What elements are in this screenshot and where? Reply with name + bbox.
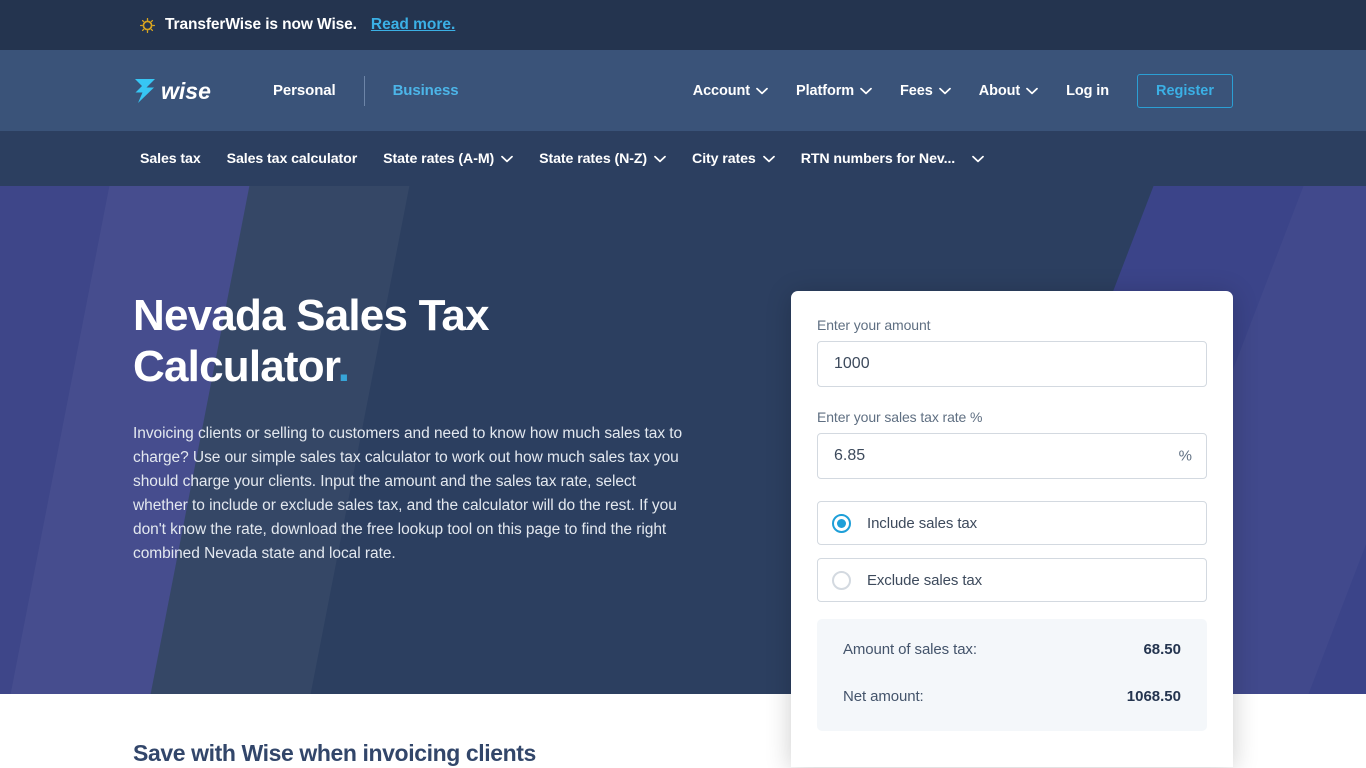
announcement-banner: TransferWise is now Wise. Read more.	[0, 0, 1366, 50]
amount-input-wrap	[817, 341, 1207, 387]
chevron-down-icon	[860, 87, 872, 94]
header-divider	[363, 75, 365, 106]
hero-description: Invoicing clients or selling to customer…	[133, 425, 683, 562]
header-left-group: wise Personal Business	[133, 75, 469, 106]
amount-field-label: Enter your amount	[817, 317, 931, 333]
chevron-down-icon	[501, 155, 514, 162]
nav-item-platform[interactable]: Platform	[782, 75, 886, 107]
subnav-item-sales-tax[interactable]: Sales tax	[127, 143, 214, 175]
exclude-sales-tax-option[interactable]: Exclude sales tax	[817, 558, 1207, 602]
subnav-item-state-rates-nz[interactable]: State rates (N-Z)	[526, 143, 679, 175]
main-header: wise Personal Business Account Platform …	[0, 50, 1366, 131]
result-value-net-amount: 1068.50	[1126, 688, 1181, 705]
page-root: TransferWise is now Wise. Read more. wis…	[0, 0, 1366, 768]
include-sales-tax-label: Include sales tax	[867, 514, 978, 532]
include-sales-tax-option[interactable]: Include sales tax	[817, 501, 1207, 545]
radio-selected-icon[interactable]	[832, 513, 851, 533]
header-nav: Account Platform Fees About Log in Regis…	[679, 73, 1233, 108]
exclude-sales-tax-label: Exclude sales tax	[867, 571, 983, 589]
result-value-sales-tax: 68.50	[1143, 641, 1181, 658]
announcement-text: TransferWise is now Wise.	[165, 16, 357, 33]
nav-item-fees[interactable]: Fees	[886, 75, 965, 107]
subnav-item-city-rates[interactable]: City rates	[679, 143, 788, 175]
rate-field-label: Enter your sales tax rate %	[817, 409, 983, 425]
calculator-results-panel: Amount of sales tax: 68.50 Net amount: 1…	[817, 619, 1207, 731]
chevron-down-icon	[1026, 87, 1038, 94]
sales-tax-calculator-card: Enter your amount Enter your sales tax r…	[791, 291, 1233, 767]
percent-suffix: %	[1178, 447, 1192, 465]
page-title: Nevada Sales Tax Calculator.	[133, 290, 693, 392]
header-link-business[interactable]: Business	[383, 82, 469, 99]
wise-logo[interactable]: wise	[133, 76, 231, 106]
secondary-nav-items: Sales tax Sales tax calculator State rat…	[127, 143, 997, 175]
announcement-banner-content: TransferWise is now Wise. Read more.	[140, 16, 455, 34]
nav-item-about[interactable]: About	[965, 75, 1052, 107]
result-label-sales-tax: Amount of sales tax:	[843, 641, 977, 658]
chevron-down-icon	[756, 87, 768, 94]
result-row-sales-tax: Amount of sales tax: 68.50	[843, 641, 1181, 658]
svg-text:wise: wise	[161, 78, 211, 104]
chevron-down-icon	[938, 87, 951, 94]
nav-item-about-label: About	[978, 82, 1021, 99]
header-link-personal[interactable]: Personal	[263, 82, 346, 99]
page-title-line1: Nevada Sales Tax	[133, 291, 490, 340]
nav-item-fees-label: Fees	[900, 82, 933, 99]
subnav-item-city-rates-label: City rates	[692, 150, 756, 167]
subnav-item-sales-tax-calculator[interactable]: Sales tax calculator	[214, 143, 371, 175]
nav-item-account[interactable]: Account	[679, 75, 782, 107]
tax-rate-input[interactable]	[817, 433, 1207, 479]
nav-item-login-label: Log in	[1066, 82, 1109, 99]
subnav-item-state-rates-nz-label: State rates (N-Z)	[539, 150, 648, 167]
subnav-item-rtn-numbers[interactable]: RTN numbers for Nev...	[788, 143, 997, 175]
section-heading-save-with-wise: Save with Wise when invoicing clients	[133, 740, 536, 766]
result-label-net-amount: Net amount:	[843, 688, 924, 705]
secondary-nav: Sales tax Sales tax calculator State rat…	[0, 131, 1366, 186]
nav-item-platform-label: Platform	[796, 82, 855, 99]
page-title-line2: Calculator	[133, 342, 339, 391]
page-title-accent-dot: .	[337, 342, 350, 391]
nav-item-account-label: Account	[692, 82, 751, 99]
chevron-down-icon	[972, 155, 984, 162]
audience-switcher: Personal Business	[263, 75, 469, 106]
hero-content: Nevada Sales Tax Calculator. Invoicing c…	[133, 290, 693, 566]
result-row-net-amount: Net amount: 1068.50	[843, 688, 1181, 705]
chevron-down-icon	[762, 155, 775, 162]
nav-item-login[interactable]: Log in	[1052, 75, 1123, 107]
amount-input[interactable]	[817, 341, 1207, 387]
rate-input-wrap: %	[817, 433, 1207, 479]
radio-unselected-icon[interactable]	[832, 570, 851, 590]
register-button[interactable]: Register	[1136, 73, 1233, 108]
chevron-down-icon	[654, 155, 666, 162]
subnav-item-state-rates-am[interactable]: State rates (A-M)	[370, 143, 526, 175]
subnav-item-sales-tax-calculator-label: Sales tax calculator	[226, 150, 358, 167]
sun-icon	[140, 17, 155, 33]
subnav-item-sales-tax-label: Sales tax	[140, 150, 201, 167]
read-more-link[interactable]: Read more.	[371, 16, 455, 34]
subnav-item-rtn-numbers-label: RTN numbers for Nev...	[800, 150, 956, 167]
subnav-item-state-rates-am-label: State rates (A-M)	[383, 150, 495, 167]
